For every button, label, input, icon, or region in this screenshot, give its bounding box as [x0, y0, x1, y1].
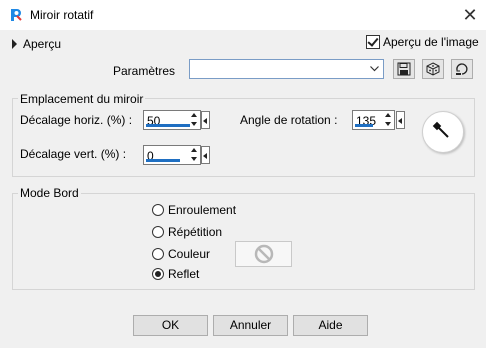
help-button[interactable]: Aide — [293, 315, 368, 336]
horizontal-offset-bar — [146, 124, 190, 127]
window-title: Miroir rotatif — [30, 8, 94, 22]
radio-label-color: Couleur — [168, 247, 211, 261]
close-icon[interactable]: ✕ — [458, 3, 482, 27]
rotation-angle-input[interactable]: 135 — [352, 110, 395, 130]
radio-label-reflect: Reflet — [168, 267, 200, 281]
expand-arrow-icon — [12, 39, 17, 49]
prohibited-icon — [254, 244, 273, 264]
spin-down-icon[interactable] — [190, 121, 199, 128]
color-swatch-disabled[interactable] — [235, 241, 292, 267]
app-icon — [11, 9, 22, 21]
radio-button[interactable] — [152, 226, 164, 238]
horizontal-offset-menu-button[interactable] — [201, 111, 210, 129]
image-preview-checkbox[interactable]: Aperçu de l'image — [366, 35, 479, 49]
parameters-dropdown[interactable] — [189, 59, 384, 79]
preview-label: Aperçu — [23, 37, 62, 51]
spin-up-icon[interactable] — [190, 147, 199, 154]
vertical-offset-label: Décalage vert. (%) : — [20, 147, 127, 161]
edge-mode-title: Mode Bord — [18, 186, 81, 200]
vertical-offset-input[interactable]: 0 — [143, 145, 201, 165]
mirror-group-title: Emplacement du miroir — [18, 92, 146, 106]
reset-icon — [456, 63, 468, 75]
radio-button[interactable] — [152, 204, 164, 216]
spin-up-icon[interactable] — [190, 112, 199, 119]
horizontal-offset-label: Décalage horiz. (%) : — [20, 113, 133, 127]
rotation-angle-label: Angle de rotation : — [240, 113, 338, 127]
save-icon — [397, 62, 411, 76]
rotation-angle-menu-button[interactable] — [396, 111, 405, 129]
radio-wrap[interactable]: Enroulement — [152, 203, 236, 217]
radio-label-repeat: Répétition — [168, 225, 223, 239]
spin-up-icon[interactable] — [384, 112, 393, 119]
radio-label-wrap: Enroulement — [168, 203, 237, 217]
preview-toggle[interactable]: Aperçu — [12, 36, 61, 52]
checkbox-box[interactable] — [366, 35, 380, 49]
chevron-down-icon[interactable] — [367, 61, 382, 77]
image-preview-label: Aperçu de l'image — [383, 35, 479, 49]
radio-repeat[interactable]: Répétition — [152, 225, 222, 239]
spin-down-icon[interactable] — [384, 121, 393, 128]
radio-button-selected[interactable] — [152, 268, 164, 280]
checkmark-icon — [367, 35, 379, 47]
reset-defaults-button[interactable] — [451, 59, 473, 79]
vertical-offset-menu-button[interactable] — [201, 146, 210, 164]
vertical-offset-bar — [146, 159, 180, 162]
spin-down-icon[interactable] — [190, 156, 199, 163]
rotation-dial[interactable] — [422, 111, 464, 153]
horizontal-offset-input[interactable]: 50 — [143, 110, 201, 130]
cancel-button[interactable]: Annuler — [213, 315, 288, 336]
dial-needle-icon — [432, 121, 449, 138]
save-preset-button[interactable] — [393, 59, 415, 79]
dice-icon — [426, 62, 440, 76]
radio-color[interactable]: Couleur — [152, 247, 210, 261]
ok-button[interactable]: OK — [133, 315, 208, 336]
radio-button[interactable] — [152, 248, 164, 260]
parameters-label: Paramètres — [113, 64, 176, 78]
rotation-angle-bar — [355, 124, 373, 127]
radio-dot-icon — [155, 271, 161, 277]
randomize-button[interactable] — [422, 59, 444, 79]
mirror-placement-group — [12, 98, 475, 177]
radio-reflect[interactable]: Reflet — [152, 267, 199, 281]
